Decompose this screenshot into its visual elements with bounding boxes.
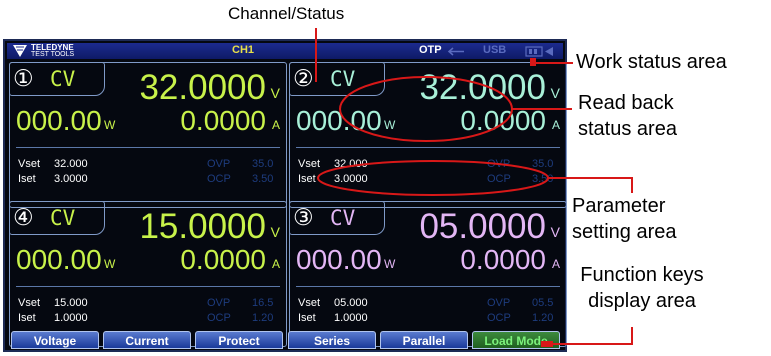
channel-2-vset-label: Vset xyxy=(298,158,321,170)
channel-1-iset: 3.0000 xyxy=(54,173,88,185)
channel-1-mode: CV xyxy=(50,67,76,91)
channel-2-ocp-label: OCP xyxy=(487,173,511,185)
channel-1-iset-label: Iset xyxy=(18,173,36,185)
channel-3-ovp-label: OVP xyxy=(487,297,511,309)
channel-3-power: 000.00 xyxy=(296,244,382,275)
channel-1-divider xyxy=(16,147,280,148)
channel-3-current: 0.0000 xyxy=(460,244,546,275)
channel-2-ocp: 3.50 xyxy=(532,173,554,185)
channel-4-iset: 1.0000 xyxy=(54,312,88,324)
channel-status-annotation: Channel/Status xyxy=(228,4,345,23)
logo-line2: TEST TOOLS xyxy=(31,51,75,58)
channel-3-ovp: 05.5 xyxy=(532,297,554,309)
teledyne-logo: TELEDYNE TEST TOOLS xyxy=(13,43,103,58)
channel-3-voltage: 05.0000 xyxy=(419,207,546,246)
voltage-key[interactable]: Voltage xyxy=(11,331,99,349)
channel-1-current-unit: A xyxy=(271,118,280,132)
channel-3-ocp-label: OCP xyxy=(487,312,511,324)
battery-icon xyxy=(525,46,553,57)
channel-1-number: ① xyxy=(13,65,34,91)
channel-3-number: ③ xyxy=(293,204,314,230)
channel-1-vset-label: Vset xyxy=(18,158,41,170)
channel-4-voltage: 15.0000 xyxy=(139,207,266,246)
channel-1-current: 0.0000 xyxy=(180,105,266,136)
channel-4-vset: 15.000 xyxy=(54,297,88,309)
channel-4-mode: CV xyxy=(50,206,76,230)
channel-2-divider xyxy=(296,147,560,148)
channel-1-tab: ① CV xyxy=(9,62,105,96)
channel-1-power-unit: W xyxy=(104,118,116,132)
channel-2-tab: ② CV xyxy=(289,62,385,96)
channel-1-power: 000.00 xyxy=(16,105,102,136)
channel-4-ocp-label: OCP xyxy=(207,312,231,324)
channel-2-ovp-label: OVP xyxy=(487,158,511,170)
channel-2-iset-label: Iset xyxy=(298,173,316,185)
channel-4-ovp-label: OVP xyxy=(207,297,231,309)
channel-2-mode: CV xyxy=(330,67,356,91)
channel-1-vset: 32.000 xyxy=(54,158,88,170)
channel-4-iset-label: Iset xyxy=(18,312,36,324)
channel-4-vset-label: Vset xyxy=(18,297,41,309)
channel-3-power-unit: W xyxy=(384,257,396,271)
protect-key[interactable]: Protect xyxy=(195,331,283,349)
channel-2-number: ② xyxy=(293,65,314,91)
param-annotation: Parameter setting area xyxy=(572,195,677,243)
channel-4-ocp: 1.20 xyxy=(252,312,274,324)
parallel-key[interactable]: Parallel xyxy=(380,331,468,349)
channel-1-voltage: 32.0000 xyxy=(139,68,266,107)
active-channel-label: CH1 xyxy=(232,44,255,56)
teledyne-logo-icon xyxy=(13,45,27,57)
channel-4-power: 000.00 xyxy=(16,244,102,275)
channel-4-current: 0.0000 xyxy=(180,244,266,275)
work-status-annotation: Work status area xyxy=(576,51,727,73)
channel-4-ovp: 16.5 xyxy=(252,297,274,309)
channel-4-power-unit: W xyxy=(104,257,116,271)
channel-2-power-unit: W xyxy=(384,118,396,132)
channel-2-power: 000.00 xyxy=(296,105,382,136)
channel-4-number: ④ xyxy=(13,204,34,230)
readback-annotation: Read back status area xyxy=(578,92,677,140)
channel-2-vset: 32.000 xyxy=(334,158,368,170)
channel-3-mode: CV xyxy=(330,206,356,230)
channel-4-panel: ④ CV 15.0000 V 000.00 W 0.0000 A Vset 15… xyxy=(9,201,287,347)
channel-3-ocp: 1.20 xyxy=(532,312,554,324)
channel-3-vset: 05.000 xyxy=(334,297,368,309)
usb-arrow-icon xyxy=(447,47,464,56)
load-mode-key[interactable]: Load Mode xyxy=(472,331,560,349)
channel-2-panel: ② CV 32.0000 V 000.00 W 0.0000 A Vset 32… xyxy=(289,62,567,208)
channel-2-voltage-unit: V xyxy=(550,85,560,101)
channel-1-ocp-label: OCP xyxy=(207,173,231,185)
channel-3-panel: ③ CV 05.0000 V 000.00 W 0.0000 A Vset 05… xyxy=(289,201,567,347)
top-status-bar: TELEDYNE TEST TOOLS CH1 OTP USB xyxy=(7,43,563,59)
function-keys-bar: Voltage Current Protect Series Parallel … xyxy=(7,331,563,349)
channel-4-voltage-unit: V xyxy=(270,224,280,240)
channel-3-iset-label: Iset xyxy=(298,312,316,324)
channel-4-current-unit: A xyxy=(271,257,280,271)
channel-1-ovp-label: OVP xyxy=(207,158,231,170)
current-key[interactable]: Current xyxy=(103,331,191,349)
channel-3-current-unit: A xyxy=(551,257,560,271)
channel-3-tab: ③ CV xyxy=(289,201,385,235)
channel-1-voltage-unit: V xyxy=(270,85,280,101)
instrument-screen: TELEDYNE TEST TOOLS CH1 OTP USB ① CV 32.… xyxy=(3,39,567,352)
channel-3-vset-label: Vset xyxy=(298,297,321,309)
channel-1-ovp: 35.0 xyxy=(252,158,274,170)
channel-2-current-unit: A xyxy=(551,118,560,132)
series-key[interactable]: Series xyxy=(288,331,376,349)
channel-3-iset: 1.0000 xyxy=(334,312,368,324)
channel-1-panel: ① CV 32.0000 V 000.00 W 0.0000 A Vset 32… xyxy=(9,62,287,208)
channel-4-tab: ④ CV xyxy=(9,201,105,235)
usb-indicator: USB xyxy=(483,44,507,56)
otp-indicator: OTP xyxy=(419,44,442,56)
channel-4-divider xyxy=(16,286,280,287)
channel-2-voltage: 32.0000 xyxy=(419,68,546,107)
channel-3-voltage-unit: V xyxy=(550,224,560,240)
channel-1-ocp: 3.50 xyxy=(252,173,274,185)
fkeys-annotation: Function keys display area xyxy=(580,264,704,312)
channel-2-iset: 3.0000 xyxy=(334,173,368,185)
channel-2-ovp: 35.0 xyxy=(532,158,554,170)
channel-3-divider xyxy=(296,286,560,287)
channel-2-current: 0.0000 xyxy=(460,105,546,136)
